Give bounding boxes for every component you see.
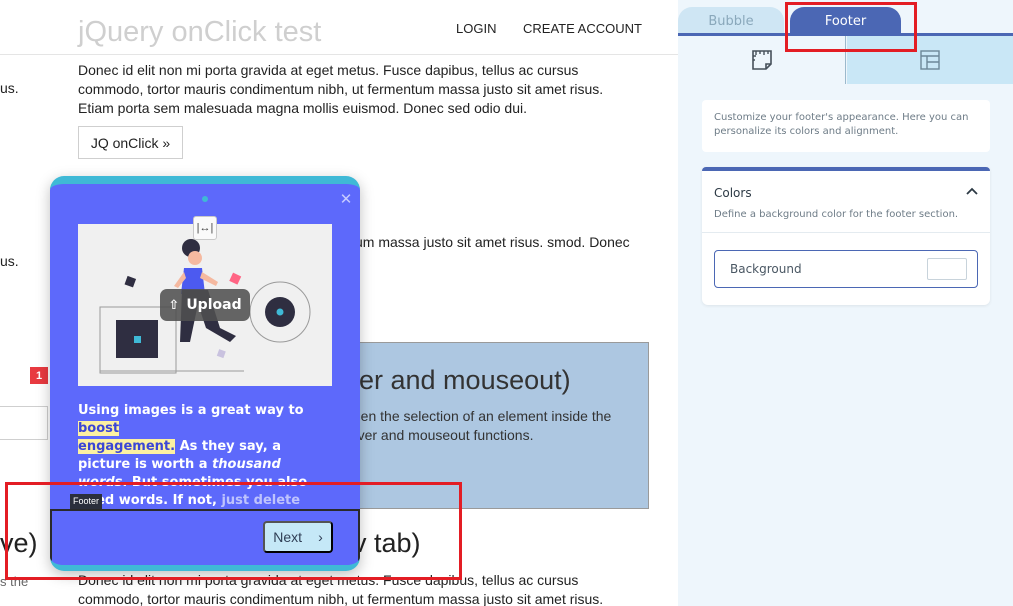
left-text-fragment: us. xyxy=(0,253,19,269)
colors-section-description: Define a background color for the footer… xyxy=(714,209,959,220)
site-title: jQuery onClick test xyxy=(78,16,322,48)
header-divider xyxy=(0,54,678,55)
step-badge: 1 xyxy=(30,367,48,384)
upload-icon: ⇧ xyxy=(168,297,180,313)
intro-paragraph: Donec id elit non mi porta gravida at eg… xyxy=(78,62,604,116)
hover-box-title: er and mouseout) xyxy=(359,365,571,395)
highlighted-text: boost xyxy=(78,421,120,436)
text-input[interactable] xyxy=(0,406,48,440)
close-icon[interactable]: ✕ xyxy=(339,192,353,207)
section-divider xyxy=(702,232,990,233)
highlight-box-footer-tab xyxy=(785,2,917,52)
page-style-icon xyxy=(751,50,772,70)
footer-description: Customize your footer's appearance. Here… xyxy=(702,100,990,152)
background-color-field[interactable]: Background xyxy=(714,250,978,288)
hover-box-text: l then the selection of an element insid… xyxy=(342,408,612,443)
upload-label: Upload xyxy=(186,297,242,313)
left-text-fragment: us. xyxy=(0,80,19,96)
highlighted-text: engagement. xyxy=(78,439,176,454)
background-color-swatch[interactable] xyxy=(927,258,967,280)
jq-onclick-button[interactable]: JQ onClick » xyxy=(78,126,183,159)
chevron-up-icon[interactable] xyxy=(964,183,980,199)
popup-text-segment: Using images is a great way to xyxy=(78,403,304,418)
editor-panel: Bubble Footer Customize your footer's ap… xyxy=(678,0,1013,606)
colors-section-title: Colors xyxy=(714,186,752,200)
tab-bubble[interactable]: Bubble xyxy=(678,7,784,35)
layout-icon xyxy=(920,50,940,70)
nav-create-account-link[interactable]: CREATE ACCOUNT xyxy=(523,21,642,36)
step-dot-indicator[interactable] xyxy=(202,196,208,202)
colors-section: Colors Define a background color for the… xyxy=(702,167,990,305)
upload-image-button[interactable]: ⇧ Upload xyxy=(160,289,250,321)
footer-section-label: Footer xyxy=(70,494,103,509)
resize-handle-icon[interactable]: |↔| xyxy=(193,216,217,240)
nav-login-link[interactable]: LOGIN xyxy=(456,21,496,36)
background-label: Background xyxy=(730,262,802,276)
